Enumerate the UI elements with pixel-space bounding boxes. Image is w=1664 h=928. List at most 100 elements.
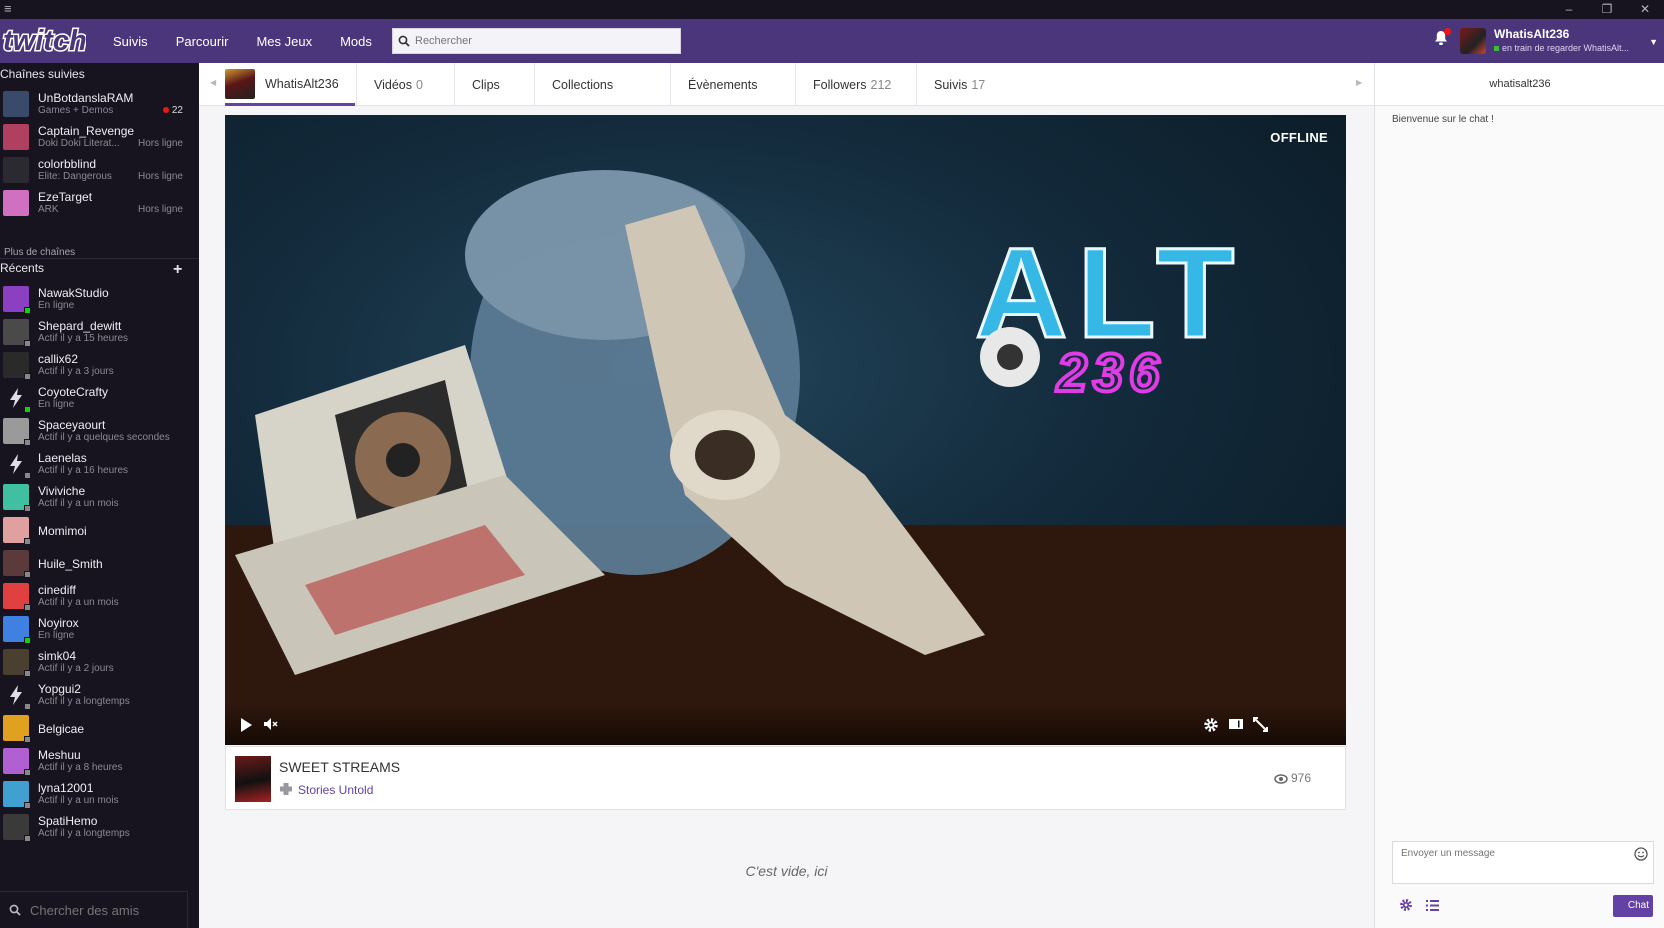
tab-following[interactable]: Suivis 17 [916, 63, 1002, 106]
tabs-left-arrow-icon[interactable]: ◀ [210, 78, 216, 87]
twitch-logo[interactable]: twitch [2, 23, 86, 58]
sidebar-channel-item[interactable]: Yopgui2 Actif il y a longtemps [0, 678, 199, 711]
user-status: en train de regarder WhatisAlt... [1494, 43, 1629, 53]
theatre-mode-icon[interactable] [1228, 717, 1244, 736]
sidebar-channel-item[interactable]: Spaceyaourt Actif il y a quelques seconde… [0, 414, 199, 447]
minimize-button[interactable]: – [1550, 0, 1588, 19]
tab-followers[interactable]: Followers 212 [795, 63, 908, 106]
avatar [3, 748, 31, 776]
nav-link-browse[interactable]: Parcourir [176, 34, 229, 49]
user-status-text: en train de regarder WhatisAlt... [1502, 43, 1630, 53]
user-menu[interactable]: WhatisAlt236 en train de regarder Whatis… [1434, 19, 1664, 63]
video-player[interactable]: ALT 236 OFFLINE [225, 115, 1346, 745]
chat-input[interactable] [1393, 842, 1623, 880]
sidebar-channel-item[interactable]: EzeTarget ARK Hors ligne [0, 186, 199, 219]
user-name: WhatisAlt236 [1494, 27, 1570, 41]
avatar [3, 616, 31, 644]
channel-name: UnBotdanslaRAM [38, 91, 134, 105]
sidebar-channel-item[interactable]: Huile_Smith [0, 546, 199, 579]
sidebar-channel-item[interactable]: SpatiHemo Actif il y a longtemps [0, 810, 199, 843]
user-avatar[interactable] [1460, 28, 1486, 54]
sidebar-channel-item[interactable]: NawakStudio En ligne [0, 282, 199, 315]
restore-button[interactable]: ❐ [1588, 0, 1626, 19]
tab-videos[interactable]: Vidéos 0 [356, 63, 440, 106]
nav-link-mods[interactable]: Mods [340, 34, 372, 49]
tabs-right-arrow-icon[interactable]: ▶ [1356, 78, 1362, 87]
live-viewer-count: 22 [163, 105, 183, 116]
sidebar-channel-item[interactable]: Laenelas Actif il y a 16 heures [0, 447, 199, 480]
sidebar-channel-item[interactable]: CoyoteCrafty En ligne [0, 381, 199, 414]
channel-subtitle: Actif il y a 8 heures [38, 762, 123, 773]
friends-search[interactable] [0, 891, 188, 928]
tab-label: Collections [552, 77, 614, 92]
channel-subtitle: Actif il y a longtemps [38, 828, 130, 839]
avatar [3, 124, 29, 150]
notifications-bell-icon[interactable] [1434, 28, 1451, 51]
presence-indicator [24, 637, 31, 644]
sidebar-channel-item[interactable]: simk04 Actif il y a 2 jours [0, 645, 199, 678]
play-icon[interactable] [239, 717, 253, 738]
fullscreen-icon[interactable] [1253, 717, 1268, 737]
send-chat-button[interactable]: Chat [1613, 895, 1653, 917]
sidebar-channel-item[interactable]: lyna12001 Actif il y a un mois [0, 777, 199, 810]
mute-icon[interactable] [263, 717, 279, 736]
avatar [3, 781, 31, 809]
search-input[interactable] [415, 35, 665, 47]
game-link[interactable]: Stories Untold [279, 783, 373, 798]
channel-name: SpatiHemo [38, 814, 98, 828]
chevron-down-icon[interactable]: ▼ [1649, 37, 1658, 47]
channel-subtitle: Actif il y a un mois [38, 498, 119, 509]
avatar [3, 157, 29, 183]
tab-clips[interactable]: Clips [454, 63, 517, 106]
presence-indicator [24, 769, 31, 776]
avatar [3, 715, 31, 743]
sidebar-channel-item[interactable]: Captain_Revenge Doki Doki Literat... Hors … [0, 120, 199, 153]
sidebar-channel-item[interactable]: cinediff Actif il y a un mois [0, 579, 199, 612]
search-box[interactable] [392, 28, 681, 54]
nav-link-my-games[interactable]: Mes Jeux [256, 34, 312, 49]
tab-channel[interactable]: WhatisAlt236 [225, 63, 355, 106]
view-count-value: 976 [1290, 771, 1311, 785]
emoji-icon[interactable] [1634, 847, 1648, 866]
tab-collections[interactable]: Collections [534, 63, 630, 106]
channel-subtitle: Actif il y a quelques secondes [38, 432, 170, 443]
tab-label: Évènements [688, 77, 758, 92]
presence-indicator [24, 703, 31, 710]
search-icon [0, 904, 30, 916]
game-box-art[interactable] [235, 756, 271, 802]
window-titlebar: ≡ – ❐ ✕ [0, 0, 1664, 19]
tab-label: Suivis [934, 77, 968, 92]
channel-name: EzeTarget [38, 190, 93, 204]
presence-indicator [24, 406, 31, 413]
sidebar-channel-item[interactable]: Momimoi [0, 513, 199, 546]
sidebar-channel-item[interactable]: Belgicae [0, 711, 199, 744]
friends-search-input[interactable] [30, 902, 180, 918]
tab-events[interactable]: Évènements [670, 63, 774, 106]
channel-avatar [225, 69, 255, 99]
settings-gear-icon[interactable] [1203, 717, 1219, 738]
presence-indicator [24, 340, 31, 347]
more-channels-link[interactable]: Plus de chaînes [4, 247, 75, 258]
sidebar-channel-item[interactable]: Shepard_dewitt Actif il y a 15 heures [0, 315, 199, 348]
viewer-list-icon[interactable] [1426, 898, 1439, 916]
tab-label: Clips [472, 77, 500, 92]
close-button[interactable]: ✕ [1626, 0, 1664, 19]
hamburger-icon[interactable]: ≡ [4, 1, 12, 16]
sidebar-channel-item[interactable]: colorbblind Elite: Dangerous Hors ligne [0, 153, 199, 186]
sidebar-channel-item[interactable]: Meshuu Actif il y a 8 heures [0, 744, 199, 777]
sidebar-channel-item[interactable]: UnBotdanslaRAM Games + Demos 22 [0, 87, 199, 120]
sidebar-channel-item[interactable]: callix62 Actif il y a 3 jours [0, 348, 199, 381]
chat-settings-gear-icon[interactable] [1399, 898, 1413, 917]
chat-input-box[interactable] [1392, 841, 1654, 884]
presence-indicator [24, 604, 31, 611]
add-icon[interactable]: + [173, 261, 182, 279]
channel-name: Shepard_dewitt [38, 319, 122, 333]
offline-label: OFFLINE [1270, 130, 1328, 145]
channel-subtitle: En ligne [38, 399, 75, 410]
avatar [3, 550, 31, 578]
sidebar-channel-item[interactable]: Noyirox En ligne [0, 612, 199, 645]
channel-name: cinediff [38, 583, 76, 597]
sidebar-channel-item[interactable]: Viviviche Actif il y a un mois [0, 480, 199, 513]
channel-tabs: ◀ WhatisAlt236 Vidéos 0 Clips Collections… [199, 63, 1374, 106]
nav-link-following[interactable]: Suivis [113, 34, 148, 49]
